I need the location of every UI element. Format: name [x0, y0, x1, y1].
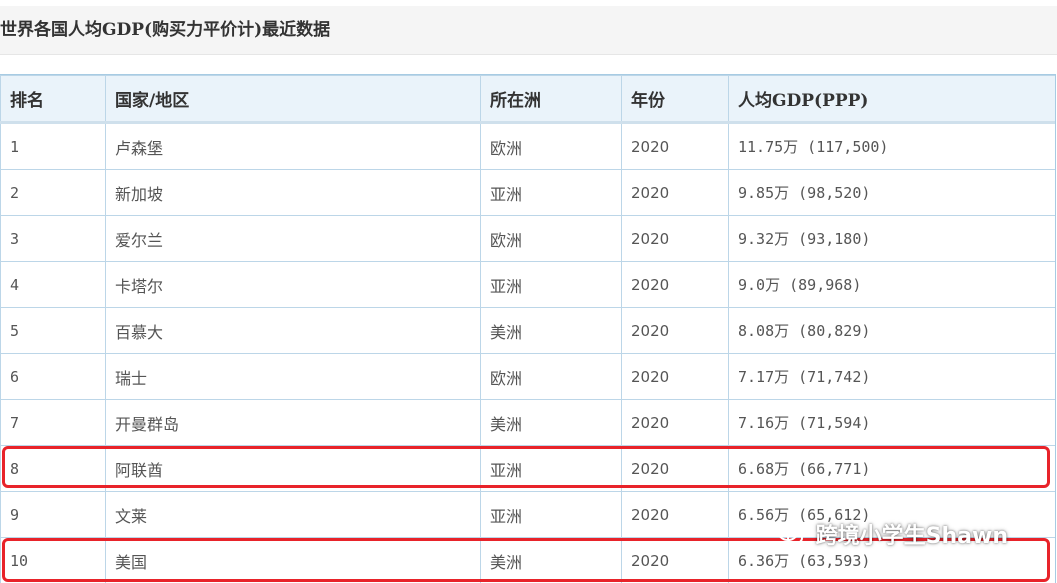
- table-row: 8阿联酋亚洲20206.68万 (66,771): [1, 446, 1057, 492]
- cell-country: 瑞士: [106, 354, 481, 400]
- cell-continent: 亚洲: [481, 492, 622, 538]
- cell-country: 新加坡: [106, 170, 481, 216]
- cell-country: 爱尔兰: [106, 216, 481, 262]
- cell-continent: 亚洲: [481, 170, 622, 216]
- cell-rank: 5: [1, 308, 106, 354]
- wechat-icon: [778, 524, 804, 546]
- page-title: 世界各国人均GDP(购买力平价计)最近数据: [0, 6, 330, 54]
- cell-country: 卢森堡: [106, 123, 481, 170]
- cell-gdp: 8.08万 (80,829): [729, 308, 1057, 354]
- cell-gdp: 9.32万 (93,180): [729, 216, 1057, 262]
- cell-rank: 8: [1, 446, 106, 492]
- table-row: 4卡塔尔亚洲20209.0万 (89,968): [1, 262, 1057, 308]
- cell-country: 开曼群岛: [106, 400, 481, 446]
- column-header-rank: 排名: [1, 76, 106, 123]
- cell-year: 2020: [622, 400, 729, 446]
- watermark: 跨境小学生Shawn: [778, 520, 1008, 554]
- cell-rank: 9: [1, 492, 106, 538]
- cell-continent: 亚洲: [481, 446, 622, 492]
- cell-year: 2020: [622, 492, 729, 538]
- cell-gdp: 7.16万 (71,594): [729, 400, 1057, 446]
- cell-country: 百慕大: [106, 308, 481, 354]
- gdp-table: 排名 国家/地区 所在洲 年份 人均GDP(PPP) 1卢森堡欧洲202011.…: [0, 75, 1056, 583]
- cell-country: 卡塔尔: [106, 262, 481, 308]
- cell-gdp: 9.0万 (89,968): [729, 262, 1057, 308]
- cell-country: 美国: [106, 538, 481, 583]
- cell-continent: 欧洲: [481, 216, 622, 262]
- cell-rank: 3: [1, 216, 106, 262]
- cell-year: 2020: [622, 216, 729, 262]
- cell-country: 阿联酋: [106, 446, 481, 492]
- cell-continent: 欧洲: [481, 354, 622, 400]
- cell-year: 2020: [622, 170, 729, 216]
- cell-rank: 1: [1, 123, 106, 170]
- cell-continent: 美洲: [481, 538, 622, 583]
- cell-year: 2020: [622, 446, 729, 492]
- table-row: 5百慕大美洲20208.08万 (80,829): [1, 308, 1057, 354]
- cell-rank: 2: [1, 170, 106, 216]
- cell-country: 文莱: [106, 492, 481, 538]
- column-header-gdp: 人均GDP(PPP): [729, 76, 1057, 123]
- table-body: 1卢森堡欧洲202011.75万 (117,500)2新加坡亚洲20209.85…: [1, 123, 1057, 583]
- table-row: 3爱尔兰欧洲20209.32万 (93,180): [1, 216, 1057, 262]
- cell-year: 2020: [622, 354, 729, 400]
- column-header-year: 年份: [622, 76, 729, 123]
- cell-rank: 6: [1, 354, 106, 400]
- column-header-continent: 所在洲: [481, 76, 622, 123]
- cell-gdp: 11.75万 (117,500): [729, 123, 1057, 170]
- table-row: 1卢森堡欧洲202011.75万 (117,500): [1, 123, 1057, 170]
- table-row: 7开曼群岛美洲20207.16万 (71,594): [1, 400, 1057, 446]
- cell-continent: 美洲: [481, 308, 622, 354]
- cell-gdp: 9.85万 (98,520): [729, 170, 1057, 216]
- gdp-table-container: 排名 国家/地区 所在洲 年份 人均GDP(PPP) 1卢森堡欧洲202011.…: [0, 74, 1056, 583]
- cell-continent: 美洲: [481, 400, 622, 446]
- cell-year: 2020: [622, 262, 729, 308]
- watermark-text: 跨境小学生Shawn: [816, 524, 1008, 549]
- cell-gdp: 7.17万 (71,742): [729, 354, 1057, 400]
- cell-rank: 7: [1, 400, 106, 446]
- table-row: 6瑞士欧洲20207.17万 (71,742): [1, 354, 1057, 400]
- cell-continent: 欧洲: [481, 123, 622, 170]
- cell-rank: 4: [1, 262, 106, 308]
- cell-continent: 亚洲: [481, 262, 622, 308]
- cell-year: 2020: [622, 308, 729, 354]
- cell-gdp: 6.68万 (66,771): [729, 446, 1057, 492]
- table-row: 2新加坡亚洲20209.85万 (98,520): [1, 170, 1057, 216]
- column-header-country: 国家/地区: [106, 76, 481, 123]
- title-bar: 世界各国人均GDP(购买力平价计)最近数据: [0, 6, 1057, 55]
- cell-year: 2020: [622, 538, 729, 583]
- table-header-row: 排名 国家/地区 所在洲 年份 人均GDP(PPP): [1, 76, 1057, 123]
- cell-rank: 10: [1, 538, 106, 583]
- cell-year: 2020: [622, 123, 729, 170]
